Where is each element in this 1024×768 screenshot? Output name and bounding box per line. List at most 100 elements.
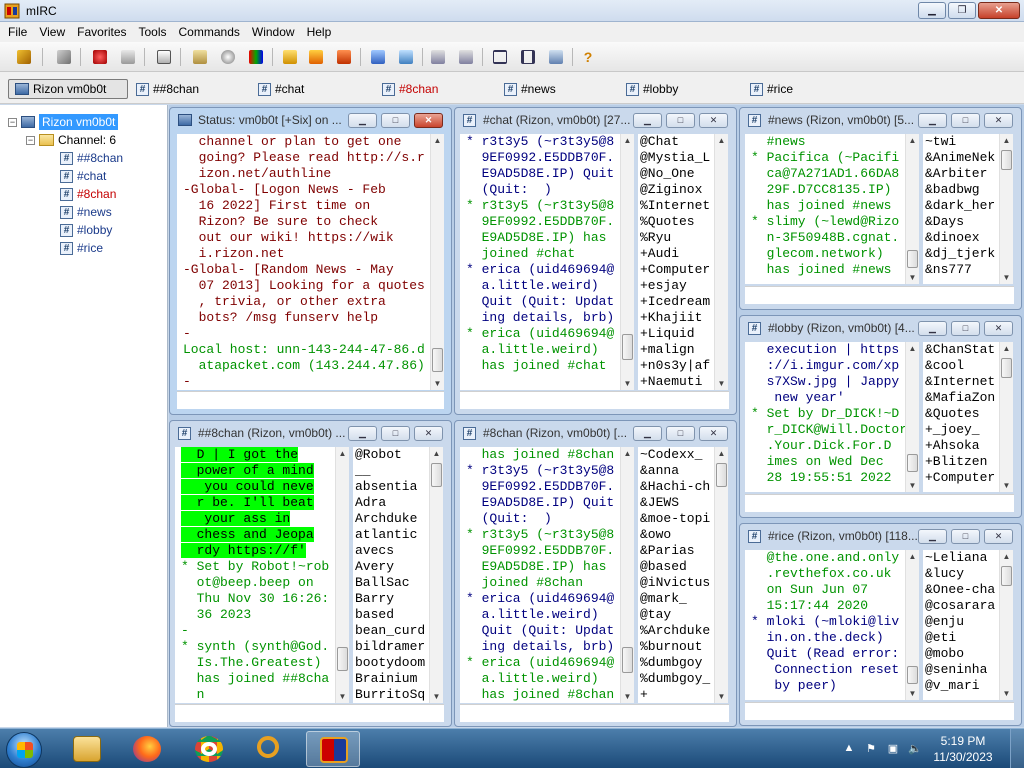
nick-list-item[interactable]: &dinoex bbox=[925, 230, 999, 246]
scroll-down-icon[interactable]: ▼ bbox=[715, 377, 728, 390]
send-file-icon[interactable] bbox=[280, 47, 300, 67]
scroll-down-icon[interactable]: ▼ bbox=[906, 479, 919, 492]
connect-icon[interactable] bbox=[14, 47, 34, 67]
window-maximize-button[interactable]: □ bbox=[666, 426, 695, 441]
favorites-icon[interactable] bbox=[90, 47, 110, 67]
chat-window-#chat[interactable]: # #chat (Rizon, vm0b0t) [27... ▁ □ ✕ * r… bbox=[454, 107, 737, 415]
tree-channel-group[interactable]: − Channel: 6 bbox=[26, 131, 116, 149]
window-minimize-button[interactable]: ▁ bbox=[633, 426, 662, 441]
nick-list-item[interactable]: BurritoSq bbox=[355, 687, 429, 703]
nick-list[interactable]: @Chat @Mystia_L @No_One @Ziginox %Internet %Q… bbox=[638, 134, 714, 390]
nick-list-item[interactable]: +esjay bbox=[640, 278, 714, 294]
scroll-up-icon[interactable]: ▲ bbox=[621, 134, 634, 147]
collapse-icon[interactable]: − bbox=[8, 117, 17, 127]
nick-list-item[interactable]: + bbox=[640, 687, 714, 703]
menu-file[interactable]: File bbox=[2, 25, 33, 39]
window-title-bar[interactable]: # #rice (Rizon, vm0b0t) [118... ▁ □ ✕ bbox=[740, 524, 1021, 548]
nick-list-item[interactable]: &badbwg bbox=[925, 182, 999, 198]
nick-list-item[interactable]: atlantic bbox=[355, 527, 429, 543]
timer-icon[interactable] bbox=[218, 47, 238, 67]
nick-list-item[interactable]: &AnimeNek bbox=[925, 150, 999, 166]
window-title-bar[interactable]: # #lobby (Rizon, vm0b0t) [4... ▁ □ ✕ bbox=[740, 316, 1021, 340]
chat-window-#8chan[interactable]: # #8chan (Rizon, vm0b0t) [... ▁ □ ✕ has … bbox=[454, 420, 737, 727]
nick-list-item[interactable]: @eti bbox=[925, 630, 999, 646]
nick-list-item[interactable]: +n0s3y|af bbox=[640, 358, 714, 374]
nick-list[interactable]: @Robot __ absentia Adra Archduke atlantic avec… bbox=[353, 447, 429, 703]
dcc-icon[interactable] bbox=[334, 47, 354, 67]
nick-list-item[interactable]: +Audi bbox=[640, 246, 714, 262]
window-maximize-button[interactable]: □ bbox=[381, 113, 410, 128]
nick-list-item[interactable]: __ bbox=[355, 463, 429, 479]
scroll-down-icon[interactable]: ▼ bbox=[430, 690, 443, 703]
nick-list-scrollbar[interactable]: ▲ ▼ bbox=[714, 134, 728, 390]
nick-list-item[interactable]: Avery bbox=[355, 559, 429, 575]
nick-list-item[interactable]: &moe-topi bbox=[640, 511, 714, 527]
nick-list-item[interactable]: &Hachi-ch bbox=[640, 479, 714, 495]
scroll-up-icon[interactable]: ▲ bbox=[715, 134, 728, 147]
tree-item-#8chan[interactable]: # #8chan bbox=[60, 185, 116, 203]
colors-icon[interactable] bbox=[246, 47, 266, 67]
cascade-icon[interactable] bbox=[546, 47, 566, 67]
scroll-thumb[interactable] bbox=[716, 463, 727, 487]
show-hidden-icons-icon[interactable]: ▲ bbox=[842, 742, 856, 756]
window-close-button[interactable]: ✕ bbox=[984, 113, 1013, 128]
chat-input[interactable] bbox=[745, 494, 1014, 512]
scroll-up-icon[interactable]: ▲ bbox=[715, 447, 728, 460]
nick-list[interactable]: &ChanStat &cool &Internet &MafiaZon &Quotes +… bbox=[923, 342, 999, 492]
nick-list-item[interactable]: +_joey_ bbox=[925, 422, 999, 438]
channel-list-icon[interactable] bbox=[118, 47, 138, 67]
nick-list-item[interactable]: Archduke bbox=[355, 511, 429, 527]
nick-list-item[interactable]: @seninha bbox=[925, 662, 999, 678]
taskbar-chrome[interactable] bbox=[182, 731, 236, 767]
scroll-down-icon[interactable]: ▼ bbox=[1000, 479, 1013, 492]
nick-list[interactable]: ~twi &AnimeNek &Arbiter &badbwg &dark_her &Da… bbox=[923, 134, 999, 284]
tree-item-##8chan[interactable]: # ##8chan bbox=[60, 149, 123, 167]
menu-view[interactable]: View bbox=[33, 25, 71, 39]
nick-list-item[interactable]: %dumbgoy_ bbox=[640, 671, 714, 687]
nick-list[interactable]: ~Codexx_ &anna &Hachi-ch &JEWS &moe-topi &owo… bbox=[638, 447, 714, 703]
nick-list-item[interactable]: &Quotes bbox=[925, 406, 999, 422]
chat-scrollbar[interactable]: ▲ ▼ bbox=[620, 134, 634, 390]
window-close-button[interactable]: ✕ bbox=[984, 321, 1013, 336]
nick-list-item[interactable]: +malign bbox=[640, 342, 714, 358]
nick-list-item[interactable]: @tay bbox=[640, 607, 714, 623]
scroll-up-icon[interactable]: ▲ bbox=[906, 550, 919, 563]
switch-tab-#8chan[interactable]: # #8chan bbox=[380, 79, 438, 99]
nick-list-item[interactable]: +Computer bbox=[640, 262, 714, 278]
chat-input[interactable] bbox=[745, 702, 1014, 720]
chat-icon[interactable] bbox=[306, 47, 326, 67]
switch-tab-#news[interactable]: # #news bbox=[502, 79, 556, 99]
minimize-button[interactable]: ▁ bbox=[918, 2, 946, 19]
network-icon[interactable]: ▣ bbox=[886, 742, 900, 756]
nick-list-item[interactable]: &MafiaZon bbox=[925, 390, 999, 406]
nick-list-item[interactable]: &ns777 bbox=[925, 262, 999, 278]
nick-list-item[interactable]: %burnout bbox=[640, 639, 714, 655]
scroll-down-icon[interactable]: ▼ bbox=[431, 377, 444, 390]
nick-list-item[interactable]: &anna bbox=[640, 463, 714, 479]
menu-tools[interactable]: Tools bbox=[133, 25, 173, 39]
nick-list-item[interactable]: @Robot bbox=[355, 447, 429, 463]
nick-list-item[interactable]: based bbox=[355, 607, 429, 623]
nick-list-item[interactable]: @No_One bbox=[640, 166, 714, 182]
nick-list-item[interactable]: +Khajiit bbox=[640, 310, 714, 326]
tree-server-node[interactable]: − Rizon vm0b0t bbox=[8, 113, 119, 131]
scroll-thumb[interactable] bbox=[622, 334, 633, 360]
switch-tab-#rice[interactable]: # #rice bbox=[748, 79, 793, 99]
scroll-thumb[interactable] bbox=[1001, 358, 1012, 378]
nick-list-item[interactable]: %Internet bbox=[640, 198, 714, 214]
scroll-thumb[interactable] bbox=[907, 666, 918, 684]
show-desktop-button[interactable] bbox=[1010, 729, 1024, 768]
scroll-down-icon[interactable]: ▼ bbox=[336, 690, 349, 703]
scroll-down-icon[interactable]: ▼ bbox=[1000, 271, 1013, 284]
chat-window-##8chan[interactable]: # ##8chan (Rizon, vm0b0t) ... ▁ □ ✕ D | … bbox=[169, 420, 452, 727]
scroll-thumb[interactable] bbox=[432, 348, 443, 372]
tree-item-#lobby[interactable]: # #lobby bbox=[60, 221, 112, 239]
status-input[interactable] bbox=[177, 391, 444, 409]
window-close-button[interactable]: ✕ bbox=[984, 529, 1013, 544]
nick-list-item[interactable]: @mobo bbox=[925, 646, 999, 662]
nick-list-item[interactable]: +Icedream bbox=[640, 294, 714, 310]
window-title-bar[interactable]: # #chat (Rizon, vm0b0t) [27... ▁ □ ✕ bbox=[455, 108, 736, 132]
window-minimize-button[interactable]: ▁ bbox=[348, 113, 377, 128]
chat-message-area[interactable]: D | I got the power of a mind you could … bbox=[175, 447, 335, 703]
window-close-button[interactable]: ✕ bbox=[414, 426, 443, 441]
